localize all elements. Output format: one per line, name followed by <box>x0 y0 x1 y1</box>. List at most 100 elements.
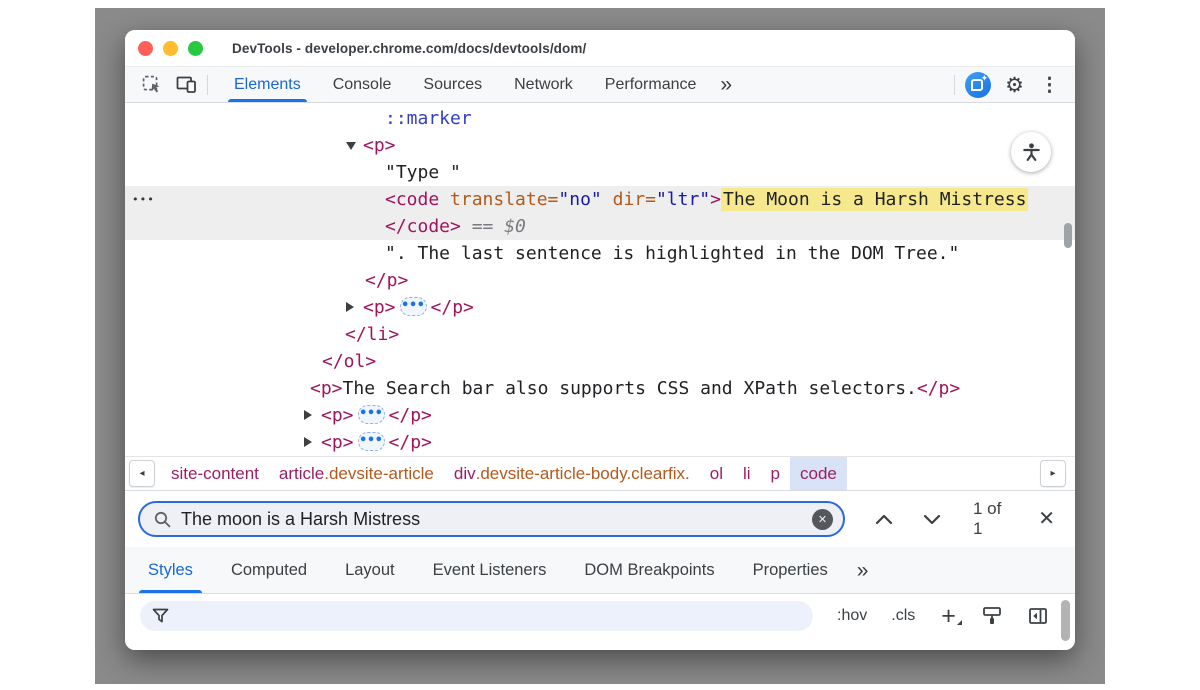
breadcrumb-item-li[interactable]: li <box>733 457 761 490</box>
accessibility-button[interactable] <box>1011 132 1051 172</box>
dom-tree: ::marker<p>"Type "•••<code translate="no… <box>125 103 1075 456</box>
more-panels-icon[interactable]: » <box>712 74 740 95</box>
zoom-window-button[interactable] <box>188 41 203 56</box>
breadcrumb-item-code[interactable]: code <box>790 457 847 490</box>
tab-styles[interactable]: Styles <box>129 547 212 593</box>
dom-tree-row[interactable]: <p>•••</p> <box>125 429 1075 456</box>
ai-assistant-button[interactable]: ✦ <box>965 72 991 98</box>
breadcrumb-scroll-right-button[interactable]: ▸ <box>1040 460 1066 487</box>
dom-tag: </code> <box>385 216 461 237</box>
dom-tag: </p> <box>389 432 432 453</box>
chevron-left-icon: ◂ <box>139 468 144 479</box>
rendering-emulation-button[interactable] <box>982 606 1002 626</box>
breadcrumb-tag: p <box>771 464 780 484</box>
dom-tree-row[interactable]: <p>•••</p> <box>125 294 1075 321</box>
toolbar-right: ✦ ⚙ ⋮ <box>950 67 1067 103</box>
breadcrumb-item-div[interactable]: div.devsite-article-body.clearfix. <box>444 457 700 490</box>
new-style-rule-button[interactable]: + <box>941 601 956 631</box>
toolbar-separator-right <box>954 75 955 95</box>
breadcrumb-bar: ◂ site-content article.devsite-articlediv… <box>125 456 1075 491</box>
search-input[interactable] <box>181 509 812 530</box>
dom-selected-marker: == $0 <box>461 216 526 237</box>
tab-event-listeners[interactable]: Event Listeners <box>414 547 566 593</box>
tab-performance[interactable]: Performance <box>589 67 713 102</box>
dom-tree-row[interactable]: </code> == $0 <box>125 213 1075 240</box>
dom-tag: <p> <box>321 405 354 426</box>
dom-tree-row[interactable]: ::marker <box>125 105 1075 132</box>
styles-scrollbar-thumb[interactable] <box>1061 600 1070 641</box>
dom-tree-row[interactable]: <p>The Search bar also supports CSS and … <box>125 375 1075 402</box>
dom-tree-row[interactable]: </ol> <box>125 348 1075 375</box>
chevron-down-icon <box>923 514 941 525</box>
row-options-dots-icon[interactable]: ••• <box>132 186 155 213</box>
next-match-button[interactable] <box>923 514 941 525</box>
main-toolbar: ElementsConsoleSourcesNetworkPerformance… <box>125 67 1075 103</box>
kebab-menu-icon[interactable]: ⋮ <box>1032 76 1067 95</box>
breadcrumb-item-site-content[interactable]: site-content <box>161 457 269 490</box>
tab-elements[interactable]: Elements <box>218 67 317 102</box>
close-search-button[interactable]: ✕ <box>1038 509 1055 529</box>
window-title: DevTools - developer.chrome.com/docs/dev… <box>232 41 586 56</box>
search-field[interactable]: ✕ <box>138 501 845 537</box>
dom-tag: </p> <box>917 378 960 399</box>
collapsed-content-pill[interactable]: ••• <box>400 297 427 316</box>
titlebar: DevTools - developer.chrome.com/docs/dev… <box>125 30 1075 67</box>
more-tabs-icon[interactable]: » <box>847 560 879 581</box>
tab-layout[interactable]: Layout <box>326 547 414 593</box>
previous-match-button[interactable] <box>875 514 893 525</box>
breadcrumb-tag: site-content <box>171 464 259 484</box>
device-toolbar-button[interactable] <box>169 67 203 102</box>
tab-computed[interactable]: Computed <box>212 547 326 593</box>
dom-tree-row[interactable]: ". The last sentence is highlighted in t… <box>125 240 1075 267</box>
accessibility-person-icon <box>1021 142 1042 163</box>
background: DevTools - developer.chrome.com/docs/dev… <box>95 8 1105 684</box>
pseudo-state-toggle[interactable]: :hov <box>837 601 867 631</box>
tab-properties[interactable]: Properties <box>734 547 847 593</box>
dom-line-content: "Type " <box>125 159 461 186</box>
style-filter-field[interactable] <box>140 601 813 631</box>
dom-scrollbar-thumb[interactable] <box>1064 223 1072 248</box>
dom-line-content: ". The last sentence is highlighted in t… <box>125 240 959 267</box>
minimize-window-button[interactable] <box>163 41 178 56</box>
toggle-sidebar-button[interactable] <box>1028 606 1048 626</box>
settings-gear-icon[interactable]: ⚙ <box>997 75 1032 96</box>
collapsed-content-pill[interactable]: ••• <box>358 432 385 451</box>
dom-tag: > <box>710 189 721 210</box>
breadcrumb-item-p[interactable]: p <box>761 457 790 490</box>
search-match-highlight: The Moon is a Harsh Mistress <box>721 188 1028 211</box>
close-window-button[interactable] <box>138 41 153 56</box>
breadcrumb-item-article[interactable]: article.devsite-article <box>269 457 444 490</box>
clear-search-button[interactable]: ✕ <box>812 509 833 530</box>
dom-tree-row[interactable]: </li> <box>125 321 1075 348</box>
dom-tree-row[interactable]: •••<code translate="no" dir="ltr">The Mo… <box>125 186 1075 213</box>
breadcrumb-tag: ol <box>710 464 723 484</box>
tab-sources[interactable]: Sources <box>407 67 498 102</box>
element-class-toggle[interactable]: .cls <box>891 601 915 631</box>
tab-network[interactable]: Network <box>498 67 589 102</box>
dom-tree-row[interactable]: "Type " <box>125 159 1075 186</box>
style-filter-input[interactable] <box>178 608 801 625</box>
dom-tree-row[interactable]: <p> <box>125 132 1075 159</box>
dom-line-content: ::marker <box>125 105 472 132</box>
inspect-element-button[interactable] <box>135 67 169 102</box>
dom-attribute-value: "no" <box>558 189 601 210</box>
tab-dom-breakpoints[interactable]: DOM Breakpoints <box>565 547 733 593</box>
tab-console[interactable]: Console <box>317 67 408 102</box>
dom-tag: <code <box>385 189 439 210</box>
disclosure-collapsed-icon[interactable] <box>304 437 312 447</box>
match-count: 1 of 1 <box>973 499 1004 539</box>
dom-line-content: </p> <box>125 267 408 294</box>
disclosure-collapsed-icon[interactable] <box>346 302 354 312</box>
collapsed-content-pill[interactable]: ••• <box>358 405 385 424</box>
dom-tree-row[interactable]: </p> <box>125 267 1075 294</box>
disclosure-expanded-icon[interactable] <box>346 142 356 150</box>
dom-tree-row[interactable]: <p>•••</p> <box>125 402 1075 429</box>
disclosure-collapsed-icon[interactable] <box>304 410 312 420</box>
dom-tag: <p> <box>363 297 396 318</box>
breadcrumb-classes: .devsite-article <box>324 464 434 484</box>
search-icon <box>153 510 172 529</box>
chevron-right-icon: ▸ <box>1050 468 1055 479</box>
dom-line-content: </code> == $0 <box>125 213 526 240</box>
breadcrumb-scroll-left-button[interactable]: ◂ <box>129 460 155 487</box>
breadcrumb-item-ol[interactable]: ol <box>700 457 733 490</box>
